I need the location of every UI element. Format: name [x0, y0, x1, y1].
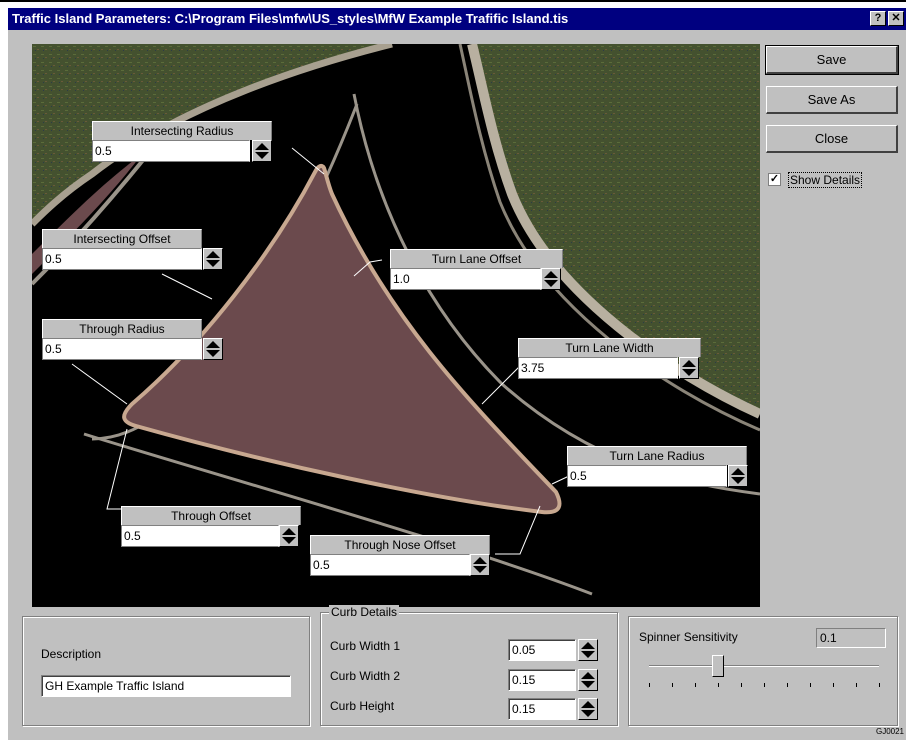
- title-bar: Traffic Island Parameters: C:\Program Fi…: [8, 8, 906, 30]
- through-nose-offset-input[interactable]: 0.5: [310, 554, 470, 576]
- turn-lane-offset-input[interactable]: 1.0: [390, 268, 541, 290]
- curb-height-spinner[interactable]: [578, 698, 598, 720]
- spin-down-icon: [473, 566, 487, 573]
- spin-up-icon: [473, 557, 487, 564]
- slider-tick: [672, 683, 673, 687]
- slider-tick: [879, 683, 880, 687]
- curb-width-2-input[interactable]: 0.15: [508, 669, 576, 691]
- slider-tick: [787, 683, 788, 687]
- spin-down-icon: [255, 152, 269, 159]
- through-offset-input[interactable]: 0.5: [121, 525, 279, 547]
- spin-up-icon: [731, 468, 745, 475]
- curb-details-group: Curb Details Curb Width 1 0.05 Curb Widt…: [320, 605, 618, 726]
- sensitivity-slider-track[interactable]: [649, 665, 879, 667]
- description-panel: Description GH Example Traffic Island: [22, 616, 310, 726]
- close-window-button[interactable]: ✕: [888, 11, 904, 26]
- curb-width-1-spinner[interactable]: [578, 639, 598, 661]
- show-details-checkbox[interactable]: ✓: [768, 173, 781, 186]
- spin-up-icon: [682, 360, 696, 367]
- spin-down-icon: [581, 710, 595, 717]
- curb-details-title: Curb Details: [329, 605, 400, 619]
- slider-tick: [741, 683, 742, 687]
- intersecting-offset-field: Intersecting Offset 0.5: [42, 229, 225, 271]
- description-label: Description: [41, 647, 102, 661]
- spin-down-icon: [581, 651, 595, 658]
- sensitivity-slider-thumb[interactable]: [712, 655, 724, 677]
- turn-lane-offset-spinner[interactable]: [541, 268, 561, 290]
- save-button[interactable]: Save: [765, 45, 899, 75]
- spin-down-icon: [206, 260, 220, 267]
- spinner-sensitivity-label: Spinner Sensitivity: [639, 630, 738, 644]
- turn-lane-radius-input[interactable]: 0.5: [567, 465, 727, 487]
- curb-height-input[interactable]: 0.15: [508, 698, 576, 720]
- curb-height-label: Curb Height: [330, 699, 395, 713]
- intersecting-offset-spinner[interactable]: [203, 248, 223, 270]
- turn-lane-radius-spinner[interactable]: [728, 465, 748, 487]
- curb-width-1-input[interactable]: 0.05: [508, 639, 576, 661]
- through-nose-offset-spinner[interactable]: [470, 554, 490, 576]
- save-as-button[interactable]: Save As: [766, 86, 898, 114]
- curb-width-2-label: Curb Width 2: [330, 669, 401, 683]
- help-button[interactable]: ?: [870, 11, 886, 26]
- slider-tick: [649, 683, 650, 687]
- slider-tick: [695, 683, 696, 687]
- slider-tick: [833, 683, 834, 687]
- spin-up-icon: [282, 528, 296, 535]
- show-details-label[interactable]: Show Details: [788, 172, 863, 188]
- intersecting-radius-label: Intersecting Radius: [92, 121, 272, 140]
- through-offset-field: Through Offset 0.5: [121, 506, 301, 548]
- through-nose-offset-label: Through Nose Offset: [310, 535, 490, 554]
- island-illustration: Intersecting Radius 0.5 Intersecting Off…: [32, 44, 760, 607]
- turn-lane-width-spinner[interactable]: [679, 357, 699, 379]
- spinner-sensitivity-value: 0.1: [816, 628, 886, 648]
- slider-tick: [764, 683, 765, 687]
- top-border: [0, 0, 906, 2]
- window-title: Traffic Island Parameters: C:\Program Fi…: [12, 11, 569, 26]
- through-nose-offset-field: Through Nose Offset 0.5: [310, 535, 492, 577]
- through-radius-spinner[interactable]: [203, 338, 223, 360]
- slider-tick: [718, 683, 719, 687]
- spin-up-icon: [581, 672, 595, 679]
- close-button[interactable]: Close: [766, 125, 898, 153]
- spin-down-icon: [581, 681, 595, 688]
- intersecting-offset-label: Intersecting Offset: [42, 229, 202, 248]
- spin-up-icon: [581, 701, 595, 708]
- turn-lane-width-input[interactable]: 3.75: [518, 357, 678, 379]
- spin-up-icon: [206, 341, 220, 348]
- curb-width-2-spinner[interactable]: [578, 669, 598, 691]
- description-input[interactable]: GH Example Traffic Island: [41, 675, 291, 697]
- spin-down-icon: [544, 280, 558, 287]
- turn-lane-offset-field: Turn Lane Offset 1.0: [390, 249, 563, 291]
- intersecting-radius-spinner[interactable]: [252, 140, 272, 162]
- intersecting-radius-input[interactable]: 0.5: [92, 140, 250, 162]
- spin-down-icon: [206, 350, 220, 357]
- through-radius-input[interactable]: 0.5: [42, 338, 202, 360]
- through-radius-label: Through Radius: [42, 319, 202, 338]
- spin-up-icon: [206, 251, 220, 258]
- turn-lane-width-field: Turn Lane Width 3.75: [518, 338, 701, 380]
- turn-lane-offset-label: Turn Lane Offset: [390, 249, 563, 268]
- through-offset-spinner[interactable]: [279, 525, 299, 547]
- spin-up-icon: [581, 642, 595, 649]
- spin-down-icon: [282, 537, 296, 544]
- through-radius-field: Through Radius 0.5: [42, 319, 225, 361]
- intersecting-radius-field: Intersecting Radius 0.5: [92, 121, 272, 163]
- spin-down-icon: [731, 477, 745, 484]
- slider-tick: [810, 683, 811, 687]
- spin-up-icon: [544, 271, 558, 278]
- intersecting-offset-input[interactable]: 0.5: [42, 248, 202, 270]
- spinner-sensitivity-panel: Spinner Sensitivity 0.1: [628, 616, 898, 726]
- turn-lane-radius-field: Turn Lane Radius 0.5: [567, 446, 750, 488]
- spin-up-icon: [255, 143, 269, 150]
- spin-down-icon: [682, 369, 696, 376]
- slider-tick: [856, 683, 857, 687]
- turn-lane-width-label: Turn Lane Width: [518, 338, 701, 357]
- corner-code: GJ0021: [875, 727, 904, 736]
- through-offset-label: Through Offset: [121, 506, 301, 525]
- turn-lane-radius-label: Turn Lane Radius: [567, 446, 747, 465]
- curb-width-1-label: Curb Width 1: [330, 639, 401, 653]
- dialog-window: Traffic Island Parameters: C:\Program Fi…: [8, 8, 906, 740]
